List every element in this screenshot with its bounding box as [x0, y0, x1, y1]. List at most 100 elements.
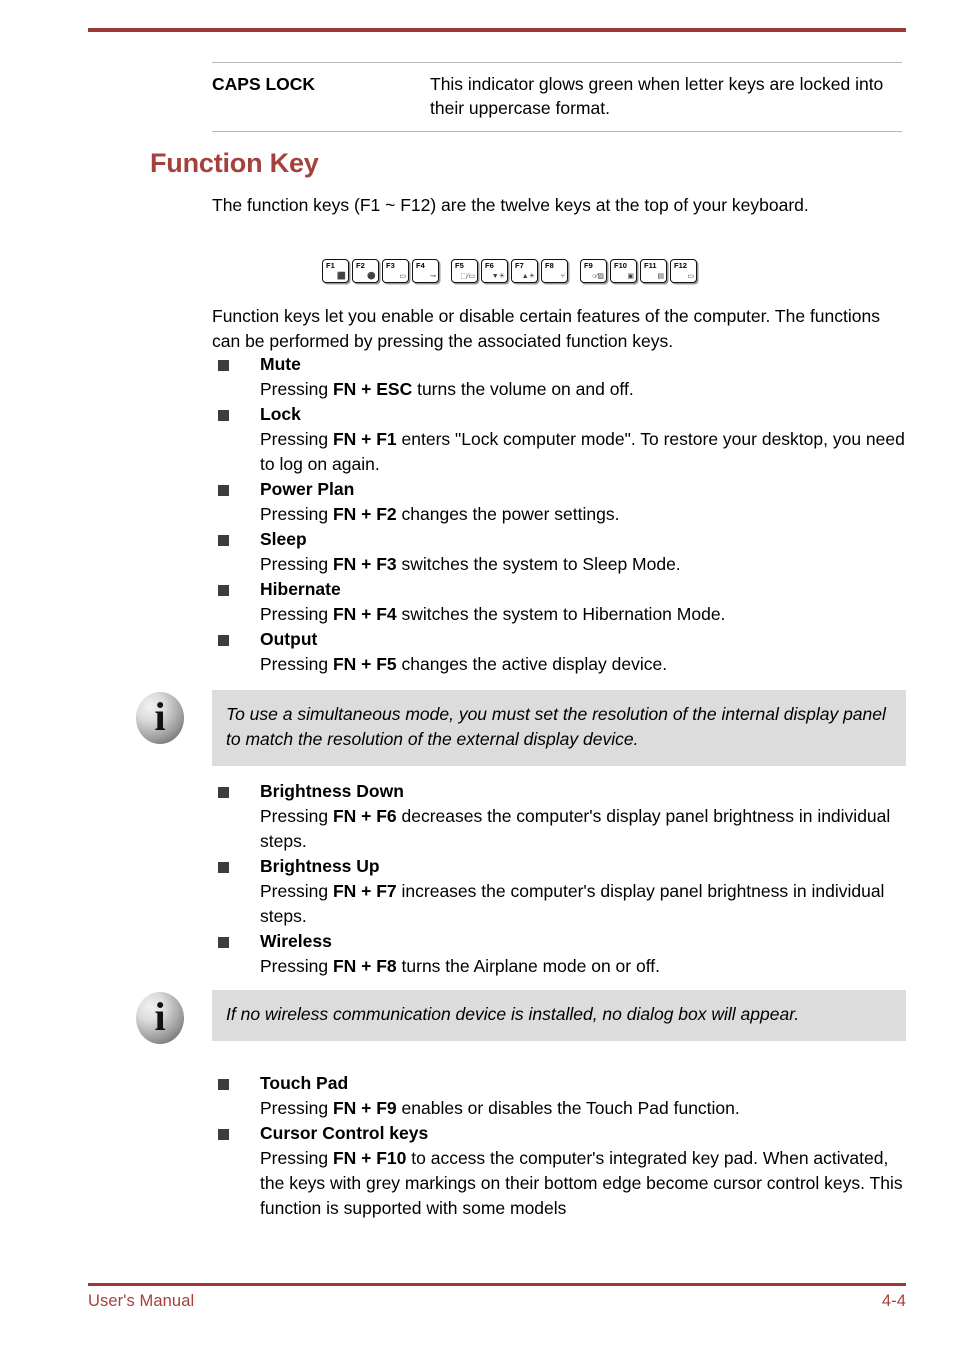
function-key-label: F7 [515, 261, 524, 270]
list-item-title: Brightness Down [260, 781, 404, 801]
touch-pad-key-icon: F9 ○∕▨ [580, 259, 607, 283]
key-combo: FN + F1 [332, 429, 397, 449]
list-item-title: Wireless [260, 931, 332, 951]
list-item: Output Pressing FN + F5 changes the activ… [212, 627, 912, 677]
footer-manual-label: User's Manual [88, 1292, 195, 1310]
function-key-label: F6 [485, 261, 494, 270]
brightness-down-key-icon: F6 ▼☀ [481, 259, 508, 283]
list-item-title: Hibernate [260, 579, 341, 599]
function-key-glyph: ⚫ [367, 273, 376, 280]
list-item: Sleep Pressing FN + F3 switches the syste… [212, 527, 912, 577]
function-key-label: F8 [545, 261, 554, 270]
function-list-b: Brightness Down Pressing FN + F6 decrease… [212, 779, 912, 979]
f11-key-icon: F11 ▤ [640, 259, 667, 283]
header-rule [88, 28, 906, 32]
page-footer: User's Manual 4-4 [88, 1292, 906, 1311]
list-item-title: Sleep [260, 529, 307, 549]
list-item: Brightness Up Pressing FN + F7 increases … [212, 854, 912, 929]
function-key-glyph: ▤ [657, 273, 664, 280]
list-item-title: Cursor Control keys [260, 1123, 429, 1143]
output-key-icon: F5 ⬚∕▭ [451, 259, 478, 283]
table-cell-term: CAPS LOCK [212, 74, 316, 94]
note-text: To use a simultaneous mode, you must set… [212, 690, 906, 766]
info-icon: i [134, 990, 186, 1046]
table-rule-bottom [212, 131, 902, 132]
list-item-body: Pressing FN + F3 switches the system to … [260, 554, 681, 574]
list-item-body: Pressing FN + F5 changes the active disp… [260, 654, 668, 674]
function-key-label: F11 [644, 261, 657, 270]
intro-paragraph: The function keys (F1 ~ F12) are the twe… [212, 195, 809, 215]
function-key-label: F1 [326, 261, 335, 270]
list-item-body: Pressing FN + F1 enters "Lock computer m… [260, 429, 905, 474]
list-item-title: Lock [260, 404, 301, 424]
function-list-c: Touch Pad Pressing FN + F9 enables or dis… [212, 1071, 912, 1221]
function-key-glyph: ▭ [687, 273, 694, 280]
bullet-square-icon [218, 485, 229, 496]
document-page: CAPS LOCK This indicator glows green whe… [0, 0, 954, 1345]
list-item: Lock Pressing FN + F1 enters "Lock comput… [212, 402, 912, 477]
sleep-key-icon: F3 ▭ [382, 259, 409, 283]
list-item-title: Mute [260, 354, 301, 374]
list-item-title: Output [260, 629, 318, 649]
cursor-control-key-icon: F10 ▣ [610, 259, 637, 283]
list-item: Wireless Pressing FN + F8 turns the Airpl… [212, 929, 912, 979]
list-item-body: Pressing FN + F7 increases the computer'… [260, 881, 885, 926]
function-key-label: F12 [674, 261, 687, 270]
key-combo: FN + F10 [332, 1148, 407, 1168]
bullet-square-icon [218, 635, 229, 646]
function-key-glyph: ▲☀ [521, 273, 535, 280]
wireless-key-icon: F8 ⑂ [541, 259, 568, 283]
list-item: Power Plan Pressing FN + F2 changes the p… [212, 477, 912, 527]
function-key-glyph: ⑂ [560, 273, 565, 280]
second-paragraph: Function keys let you enable or disable … [212, 306, 880, 351]
power-plan-key-icon: F2 ⚫ [352, 259, 379, 283]
bullet-square-icon [218, 585, 229, 596]
function-list-a: Mute Pressing FN + ESC turns the volume o… [212, 352, 912, 677]
key-combo: FN + F4 [332, 604, 397, 624]
list-item-title: Brightness Up [260, 856, 380, 876]
function-key-glyph: ⊸ [430, 273, 436, 280]
page-title: Function Key [150, 148, 319, 178]
hibernate-key-icon: F4 ⊸ [412, 259, 439, 283]
footer-page-number: 4-4 [881, 1292, 906, 1310]
list-item-body: Pressing FN + F2 changes the power setti… [260, 504, 620, 524]
list-item: Brightness Down Pressing FN + F6 decrease… [212, 779, 912, 854]
bullet-square-icon [218, 535, 229, 546]
function-key-label: F9 [584, 261, 593, 270]
note-text: If no wireless communication device is i… [212, 990, 906, 1041]
bullet-square-icon [218, 360, 229, 371]
function-key-label: F4 [416, 261, 425, 270]
function-key-glyph: ⬛ [337, 273, 346, 280]
key-combo: FN + ESC [332, 379, 413, 399]
list-item: Mute Pressing FN + ESC turns the volume o… [212, 352, 912, 402]
bullet-square-icon [218, 1079, 229, 1090]
key-combo: FN + F7 [332, 881, 397, 901]
info-icon-glyph: i [154, 694, 166, 739]
function-key-label: F2 [356, 261, 365, 270]
list-item-body: Pressing FN + F8 turns the Airplane mode… [260, 956, 660, 976]
list-item-body: Pressing FN + F4 switches the system to … [260, 604, 726, 624]
table-cell-definition: This indicator glows green when letter k… [430, 74, 884, 118]
list-item: Hibernate Pressing FN + F4 switches the s… [212, 577, 912, 627]
function-key-glyph: ○∕▨ [591, 273, 604, 280]
function-key-label: F3 [386, 261, 395, 270]
table-row: CAPS LOCK This indicator glows green whe… [212, 63, 902, 131]
brightness-up-key-icon: F7 ▲☀ [511, 259, 538, 283]
key-combo: FN + F8 [332, 956, 397, 976]
list-item: Touch Pad Pressing FN + F9 enables or dis… [212, 1071, 912, 1121]
info-icon-glyph: i [154, 994, 166, 1039]
list-item-body: Pressing FN + F6 decreases the computer'… [260, 806, 891, 851]
key-combo: FN + F2 [332, 504, 397, 524]
note-box-display-resolution: i To use a simultaneous mode, you must s… [134, 690, 906, 766]
bullet-square-icon [218, 937, 229, 948]
list-item-body: Pressing FN + ESC turns the volume on an… [260, 379, 634, 399]
list-item-body: Pressing FN + F10 to access the computer… [260, 1148, 903, 1218]
bullet-square-icon [218, 1129, 229, 1140]
bullet-square-icon [218, 862, 229, 873]
indicator-table: CAPS LOCK This indicator glows green whe… [212, 62, 902, 132]
list-item: Cursor Control keys Pressing FN + F10 to … [212, 1121, 912, 1221]
bullet-square-icon [218, 787, 229, 798]
function-key-label: F10 [614, 261, 627, 270]
list-item-title: Power Plan [260, 479, 355, 499]
function-key-label: F5 [455, 261, 464, 270]
